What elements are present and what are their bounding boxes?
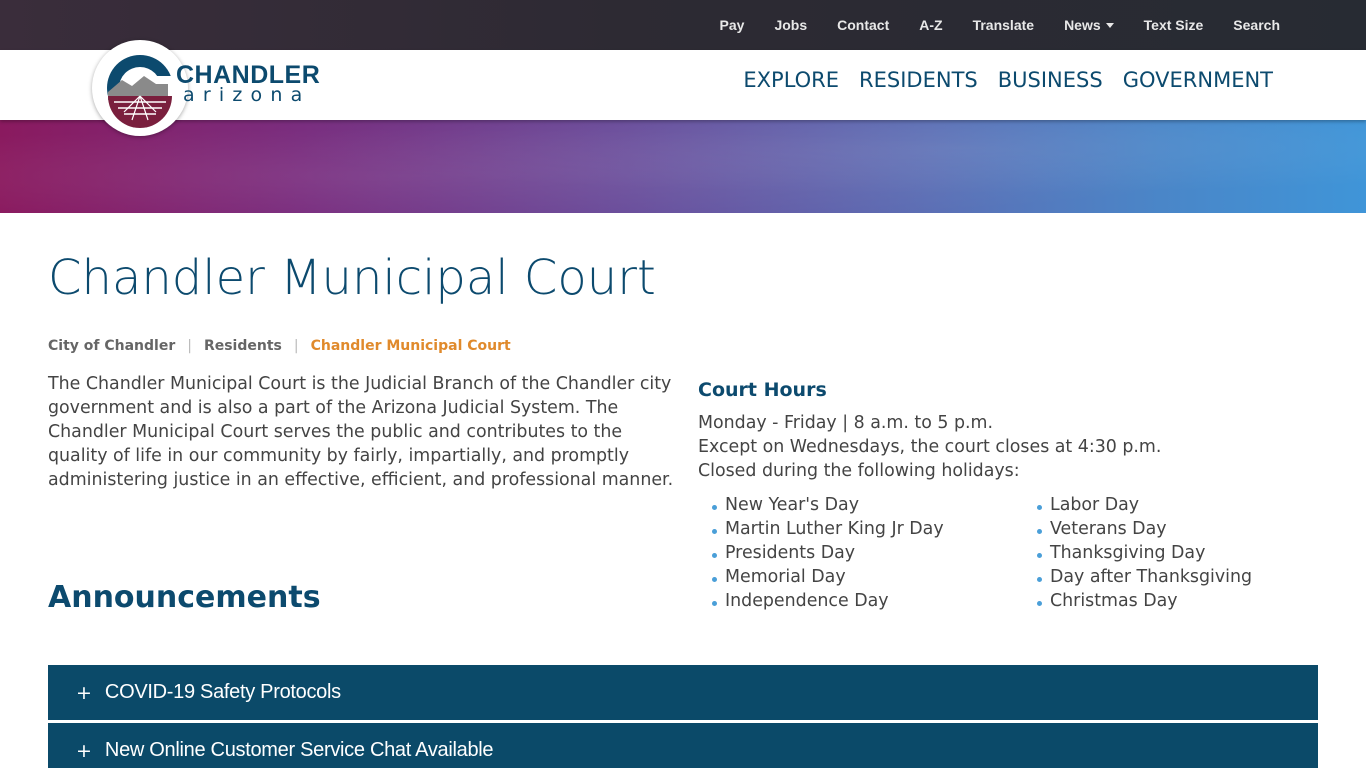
holiday-item: Veterans Day: [1035, 517, 1252, 541]
court-hours-text: Monday - Friday | 8 a.m. to 5 p.m. Excep…: [698, 411, 1161, 483]
plus-icon: +: [76, 739, 92, 762]
court-hours-holidays-intro: Closed during the following holidays:: [698, 461, 1020, 481]
plus-icon: +: [76, 681, 92, 704]
announcements-heading: Announcements: [48, 580, 321, 615]
accordion-title: COVID-19 Safety Protocols: [104, 681, 341, 703]
holiday-list-left: New Year's Day Martin Luther King Jr Day…: [710, 493, 944, 613]
city-seal-icon: [107, 55, 176, 128]
holiday-list-right: Labor Day Veterans Day Thanksgiving Day …: [1035, 493, 1252, 613]
page-title: Chandler Municipal Court: [48, 250, 656, 306]
utility-bar: Pay Jobs Contact A-Z Translate News Text…: [0, 0, 1366, 50]
hero-banner: [0, 120, 1366, 213]
utility-link-text-size[interactable]: Text Size: [1144, 17, 1204, 33]
holiday-item: New Year's Day: [710, 493, 944, 517]
accordion-title: New Online Customer Service Chat Availab…: [104, 739, 494, 761]
intro-paragraph: The Chandler Municipal Court is the Judi…: [48, 374, 674, 490]
logo-wordmark-state[interactable]: arizona: [183, 84, 310, 106]
main-nav-business[interactable]: BUSINESS: [998, 68, 1103, 92]
chevron-down-icon: [1105, 23, 1114, 28]
utility-link-search[interactable]: Search: [1233, 17, 1280, 33]
main-nav: EXPLORE RESIDENTS BUSINESS GOVERNMENT: [723, 68, 1273, 92]
breadcrumb-current: Chandler Municipal Court: [310, 338, 511, 354]
accordion-covid-protocols[interactable]: + COVID-19 Safety Protocols: [48, 665, 1318, 720]
breadcrumb-residents[interactable]: Residents: [204, 338, 282, 354]
accordion-online-chat[interactable]: + New Online Customer Service Chat Avail…: [48, 723, 1318, 768]
city-logo[interactable]: [92, 40, 188, 136]
holiday-item: Independence Day: [710, 589, 944, 613]
utility-link-news-label: News: [1064, 17, 1101, 33]
breadcrumb-separator: |: [187, 338, 192, 354]
utility-link-contact[interactable]: Contact: [837, 17, 889, 33]
holiday-item: Day after Thanksgiving: [1035, 565, 1252, 589]
holiday-item: Thanksgiving Day: [1035, 541, 1252, 565]
holiday-item: Martin Luther King Jr Day: [710, 517, 944, 541]
holiday-item: Presidents Day: [710, 541, 944, 565]
utility-link-pay[interactable]: Pay: [720, 17, 745, 33]
court-hours-heading: Court Hours: [698, 379, 827, 401]
breadcrumb: City of Chandler | Residents | Chandler …: [48, 338, 511, 354]
main-nav-explore[interactable]: EXPLORE: [743, 68, 839, 92]
utility-link-jobs[interactable]: Jobs: [774, 17, 807, 33]
main-header: CHANDLER arizona EXPLORE RESIDENTS BUSIN…: [0, 40, 1366, 136]
court-hours-weekday: Monday - Friday | 8 a.m. to 5 p.m.: [698, 413, 993, 433]
main-nav-residents[interactable]: RESIDENTS: [859, 68, 978, 92]
breadcrumb-separator: |: [293, 338, 299, 354]
breadcrumb-city-of-chandler[interactable]: City of Chandler: [48, 338, 175, 354]
main-nav-government[interactable]: GOVERNMENT: [1123, 68, 1273, 92]
court-hours-wednesday: Except on Wednesdays, the court closes a…: [698, 437, 1162, 457]
holiday-item: Christmas Day: [1035, 589, 1252, 613]
utility-link-translate[interactable]: Translate: [973, 17, 1034, 33]
utility-link-a-z[interactable]: A-Z: [919, 17, 942, 33]
holiday-item: Labor Day: [1035, 493, 1252, 517]
utility-nav: Pay Jobs Contact A-Z Translate News Text…: [690, 0, 1280, 50]
utility-link-news[interactable]: News: [1064, 17, 1114, 33]
holiday-item: Memorial Day: [710, 565, 944, 589]
